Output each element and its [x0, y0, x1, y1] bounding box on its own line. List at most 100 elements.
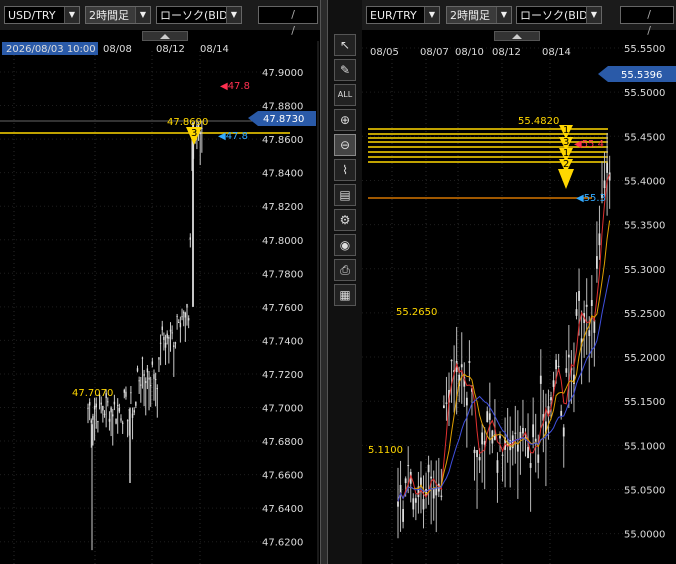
settings-symbols-icon[interactable]: ⚙ [334, 209, 356, 231]
candle-body [164, 342, 167, 348]
blue-price-marker: ◀47.8 [218, 131, 248, 142]
candle-body [596, 256, 598, 269]
candle-body [501, 454, 504, 456]
candle-body [181, 316, 183, 318]
left-charttype-value: ローソク(BID) [160, 9, 232, 22]
price-tick-label: 47.7400 [262, 336, 303, 347]
chevron-down-icon: ▼ [496, 7, 511, 23]
right-charttype-select[interactable]: ローソク(BID) ▼ [516, 6, 602, 24]
candle-body [130, 392, 132, 394]
chevron-down-icon: ▼ [586, 7, 601, 23]
candle-body [499, 435, 501, 439]
left-pair-select[interactable]: USD/TRY ▼ [4, 6, 80, 24]
zoom-out-icon[interactable]: ⊖ [334, 134, 356, 156]
chevron-up-icon [512, 34, 522, 39]
left-timeframe-select[interactable]: 2時間足 ▼ [85, 6, 151, 24]
low-price-label: 47.7070 [72, 388, 113, 399]
candle-body [435, 488, 438, 496]
candle-body [95, 403, 97, 408]
candle-body [92, 416, 94, 420]
zoom-in-icon[interactable]: ⊕ [334, 109, 356, 131]
mid-price-label: 55.2650 [396, 307, 437, 318]
right-chart-toolbar: EUR/TRY ▼ 2時間足 ▼ ローソク(BID) ▼ / / [362, 0, 676, 37]
chevron-down-icon: ▼ [424, 7, 439, 23]
candle-body [126, 420, 129, 422]
date-label: 08/14 [200, 44, 229, 55]
cursor-tool-icon[interactable]: ↖ [334, 34, 356, 56]
candle-body [113, 401, 116, 405]
price-tick-label: 55.3000 [624, 265, 665, 276]
price-tick-label: 47.6400 [262, 504, 303, 515]
left-charttype-select[interactable]: ローソク(BID) ▼ [156, 6, 242, 24]
candle-body [404, 478, 407, 484]
candle-body [151, 361, 154, 365]
panel-splitter[interactable] [320, 0, 328, 564]
candle-body [427, 464, 430, 473]
candle-body [565, 368, 568, 373]
candle-body [478, 457, 481, 461]
right-pair-select[interactable]: EUR/TRY ▼ [366, 6, 440, 24]
pen-tool-icon[interactable]: ✎ [334, 59, 356, 81]
right-collapse-tab[interactable] [494, 31, 540, 41]
technical-indicator-icon[interactable]: ⌇ [334, 159, 356, 181]
price-tick-label: 47.6800 [262, 437, 303, 448]
candle-body [107, 401, 109, 403]
marker-number: 1 [563, 125, 569, 136]
marker-number: 3 [563, 137, 569, 148]
chevron-up-icon [160, 34, 170, 39]
eurtry-chart-panel: EUR/TRY ▼ 2時間足 ▼ ローソク(BID) ▼ / / 08/05 08… [362, 0, 676, 564]
left-date-input[interactable]: / / [258, 6, 318, 37]
candle-body [166, 333, 168, 339]
left-collapse-tab[interactable] [142, 31, 188, 41]
candle-body [432, 488, 435, 499]
candle-body [514, 432, 517, 434]
right-pair-value: EUR/TRY [370, 9, 417, 22]
price-tick-label: 55.3500 [624, 221, 665, 232]
candle-body [138, 380, 140, 382]
candle-body [593, 319, 596, 333]
candle-body [179, 322, 182, 328]
candle-body [93, 405, 96, 410]
right-date-input[interactable]: / / [620, 6, 674, 37]
candle-body [158, 357, 160, 360]
candle-body [402, 509, 404, 522]
red-price-marker: ◀55.4 [574, 139, 604, 150]
price-table-icon[interactable]: ▤ [334, 184, 356, 206]
candle-body [90, 420, 92, 423]
eurtry-price-chart[interactable]: 08/05 08/07 08/10 08/12 08/14 55.5500 55.5000 5… [362, 41, 676, 564]
eye-icon[interactable]: ◉ [334, 234, 356, 256]
candle-body [154, 378, 157, 381]
price-tick-label: 47.7000 [262, 404, 303, 415]
candle-body [550, 397, 552, 401]
candle-body [539, 375, 542, 384]
candle-body [496, 460, 499, 473]
candle-body [430, 476, 433, 479]
date-label: 08/10 [455, 47, 484, 58]
high-price-label: 55.4820 [518, 116, 559, 127]
candle-body [140, 384, 142, 386]
candle-body [603, 180, 606, 189]
candle-body [476, 450, 478, 458]
candle-body [97, 421, 99, 423]
candle-body [473, 449, 476, 454]
price-tick-label: 47.8800 [262, 102, 303, 113]
candle-body [125, 391, 127, 397]
print-icon[interactable]: ⎙ [334, 259, 356, 281]
date-label: 08/07 [420, 47, 449, 58]
price-tick-label: 55.2500 [624, 309, 665, 320]
marker-number: 2 [563, 159, 569, 170]
date-label: 2026/08/03 10:00 [6, 44, 96, 55]
candle-body [161, 326, 163, 331]
candle-body [527, 446, 529, 459]
right-timeframe-select[interactable]: 2時間足 ▼ [446, 6, 512, 24]
candle-body [537, 454, 540, 463]
price-tick-label: 55.2000 [624, 353, 665, 364]
grid-table-icon[interactable]: ▦ [334, 284, 356, 306]
candle-body [189, 237, 191, 240]
right-charttype-value: ローソク(BID) [520, 9, 592, 22]
current-price-tag: 55.5396 [621, 70, 662, 81]
candle-body [88, 402, 91, 406]
all-erase-tool-icon[interactable]: ALL [334, 84, 356, 106]
candle-body [159, 342, 162, 344]
usdtry-price-chart[interactable]: 2026/08/03 10:00 08/08 08/12 08/14 47.9000 47… [0, 41, 320, 564]
